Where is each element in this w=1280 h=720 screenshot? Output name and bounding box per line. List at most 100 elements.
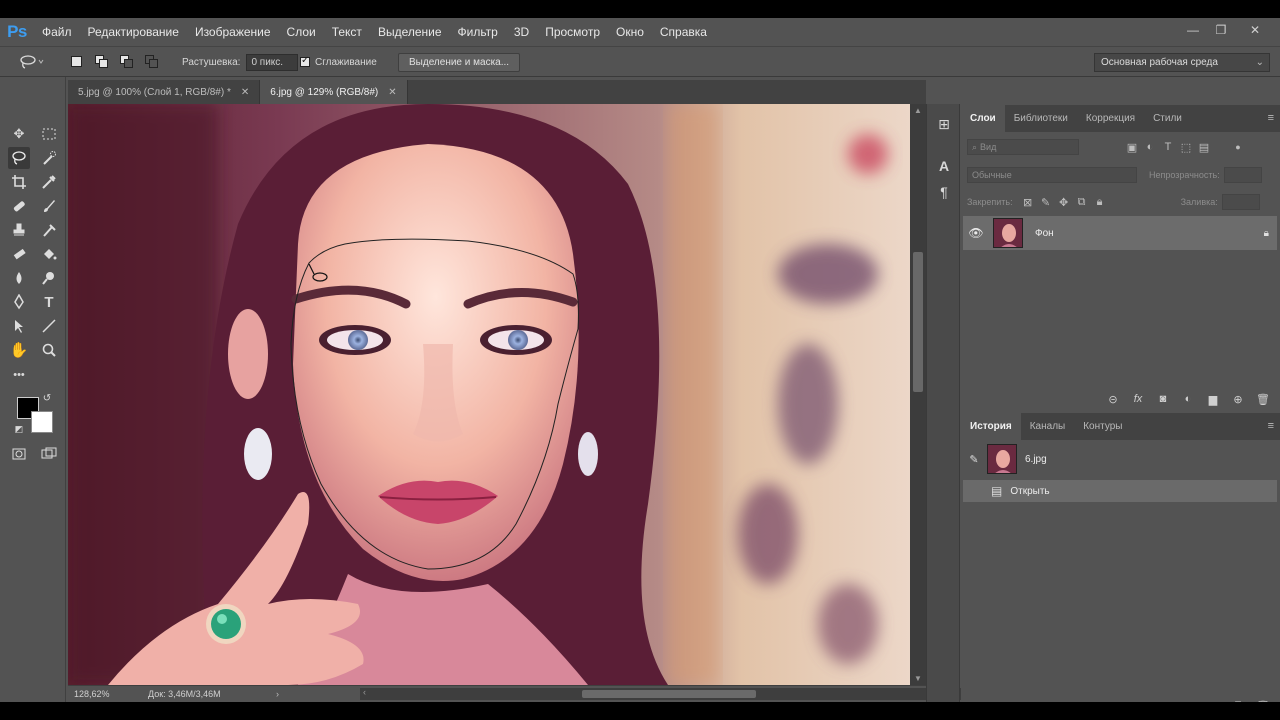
lock-all-icon[interactable]: 🔒︎ <box>1091 196 1109 209</box>
quick-mask-icon[interactable] <box>8 443 30 465</box>
status-menu-arrow-icon[interactable]: › <box>276 689 279 699</box>
menu-type[interactable]: Текст <box>324 18 370 46</box>
close-icon[interactable]: ✕ <box>241 87 249 98</box>
new-document-from-state-icon[interactable]: ⧉ <box>1204 700 1222 703</box>
menu-view[interactable]: Просмотр <box>537 18 608 46</box>
new-layer-icon[interactable]: ⊕ <box>1229 393 1247 406</box>
tab-6jpg[interactable]: 6.jpg @ 129% (RGB/8#) ✕ <box>260 80 408 104</box>
filter-pixel-icon[interactable]: ▣ <box>1123 141 1141 154</box>
properties-icon[interactable]: ⊞ <box>934 114 954 134</box>
pen-tool-icon[interactable] <box>8 291 30 313</box>
background-color-swatch[interactable] <box>31 411 53 433</box>
filter-toggle-icon[interactable]: ● <box>1229 142 1247 152</box>
horizontal-scroll-thumb[interactable] <box>582 690 756 698</box>
menu-select[interactable]: Выделение <box>370 18 450 46</box>
lasso-tool-icon[interactable] <box>8 147 30 169</box>
lock-transparent-icon[interactable]: ⊠ <box>1019 196 1037 209</box>
menu-edit[interactable]: Редактирование <box>80 18 187 46</box>
zoom-tool-icon[interactable] <box>38 339 60 361</box>
horizontal-scrollbar[interactable]: ‹ › <box>360 687 972 700</box>
menu-filter[interactable]: Фильтр <box>450 18 506 46</box>
subtract-selection-icon[interactable] <box>118 53 136 71</box>
more-tools-icon[interactable]: ••• <box>8 364 30 386</box>
move-tool-icon[interactable]: ✥ <box>8 123 30 145</box>
menu-3d[interactable]: 3D <box>506 18 537 46</box>
history-brush-tool-icon[interactable] <box>38 219 60 241</box>
layer-row-background[interactable]: 👁︎ Фон 🔒︎ <box>963 216 1277 250</box>
eyedropper-tool-icon[interactable] <box>38 171 60 193</box>
close-icon[interactable]: ✕ <box>388 87 396 98</box>
vertical-scroll-thumb[interactable] <box>913 252 923 392</box>
intersect-selection-icon[interactable] <box>143 53 161 71</box>
filter-type-icon[interactable]: T <box>1159 141 1177 153</box>
healing-brush-tool-icon[interactable] <box>8 195 30 217</box>
antialias-checkbox[interactable] <box>300 55 310 67</box>
character-icon[interactable]: A <box>934 156 954 176</box>
panel-menu-icon[interactable]: ≡ <box>1268 105 1274 132</box>
zoom-level[interactable]: 128,62% <box>68 689 148 699</box>
hand-tool-icon[interactable]: ✋ <box>8 339 30 361</box>
menu-image[interactable]: Изображение <box>187 18 279 46</box>
menu-help[interactable]: Справка <box>652 18 715 46</box>
delete-state-icon[interactable]: 🗑︎ <box>1254 700 1272 703</box>
screen-mode-icon[interactable] <box>38 443 60 465</box>
dodge-tool-icon[interactable] <box>38 267 60 289</box>
close-window-button[interactable]: ✕ <box>1240 18 1270 42</box>
line-tool-icon[interactable] <box>38 315 60 337</box>
blur-tool-icon[interactable] <box>8 267 30 289</box>
tab-5jpg[interactable]: 5.jpg @ 100% (Слой 1, RGB/8#) * ✕ <box>68 80 261 104</box>
scroll-up-icon[interactable]: ▲ <box>910 106 926 115</box>
canvas-area[interactable] <box>68 104 910 685</box>
vertical-scrollbar[interactable]: ▲ ▼ <box>910 104 926 685</box>
restore-button[interactable]: ❐ <box>1206 18 1236 42</box>
lock-position-icon[interactable]: ✥ <box>1055 196 1073 209</box>
camera-snapshot-icon[interactable]: ⌸ <box>1229 700 1247 703</box>
lock-artboard-icon[interactable]: ⧉ <box>1073 196 1091 209</box>
select-and-mask-button[interactable]: Выделение и маска... <box>398 52 521 72</box>
delete-layer-icon[interactable]: 🗑︎ <box>1254 393 1272 406</box>
new-selection-icon[interactable] <box>68 53 86 71</box>
photo-canvas[interactable] <box>68 104 910 685</box>
paragraph-icon[interactable]: ¶ <box>934 182 954 202</box>
menu-file[interactable]: Файл <box>34 18 80 46</box>
tab-libraries[interactable]: Библиотеки <box>1005 105 1077 132</box>
workspace-select[interactable]: Основная рабочая среда ⌄ <box>1094 52 1270 72</box>
eraser-tool-icon[interactable] <box>8 243 30 265</box>
tab-paths[interactable]: Контуры <box>1074 413 1131 440</box>
tab-layers[interactable]: Слои <box>961 105 1005 132</box>
crop-tool-icon[interactable] <box>8 171 30 193</box>
opacity-input[interactable] <box>1223 167 1262 183</box>
eye-visibility-icon[interactable]: 👁︎ <box>963 226 989 240</box>
history-brush-source-icon[interactable]: ✎ <box>963 453 985 466</box>
brush-tool-icon[interactable] <box>38 195 60 217</box>
type-tool-icon[interactable]: T <box>38 291 60 313</box>
history-snapshot[interactable]: ✎ 6.jpg <box>963 444 1277 474</box>
history-state-open[interactable]: ▤ Открыть <box>963 480 1277 502</box>
quick-selection-tool-icon[interactable] <box>38 147 60 169</box>
tab-styles[interactable]: Стили <box>1144 105 1191 132</box>
scroll-down-icon[interactable]: ▼ <box>910 674 926 683</box>
scroll-left-icon[interactable]: ‹ <box>363 687 366 697</box>
lock-pixels-icon[interactable]: ✎ <box>1037 196 1055 209</box>
swap-colors-icon[interactable]: ↺ <box>40 391 54 405</box>
fill-input[interactable] <box>1221 194 1260 210</box>
feather-input[interactable]: 0 пикс. <box>246 53 299 71</box>
filter-adjustment-icon[interactable]: ◐ <box>1141 141 1159 153</box>
menu-window[interactable]: Окно <box>608 18 652 46</box>
tab-adjustments[interactable]: Коррекция <box>1077 105 1144 132</box>
tab-history[interactable]: История <box>961 413 1021 440</box>
blend-mode-select[interactable]: Обычные <box>967 167 1137 183</box>
layer-style-icon[interactable]: fx <box>1129 393 1147 405</box>
paint-bucket-tool-icon[interactable] <box>38 243 60 265</box>
layer-kind-filter[interactable]: ⌕ Вид <box>967 139 1079 155</box>
layer-name[interactable]: Фон <box>1035 228 1054 239</box>
tab-channels[interactable]: Каналы <box>1021 413 1075 440</box>
new-group-icon[interactable]: ▆ <box>1204 393 1222 406</box>
marquee-tool-icon[interactable] <box>38 123 60 145</box>
add-selection-icon[interactable] <box>93 53 111 71</box>
minimize-button[interactable]: — <box>1178 18 1208 42</box>
path-selection-tool-icon[interactable] <box>8 315 30 337</box>
panel-menu-icon[interactable]: ≡ <box>1268 413 1274 440</box>
menu-layers[interactable]: Слои <box>279 18 324 46</box>
link-layers-icon[interactable]: ⊝ <box>1104 393 1122 406</box>
